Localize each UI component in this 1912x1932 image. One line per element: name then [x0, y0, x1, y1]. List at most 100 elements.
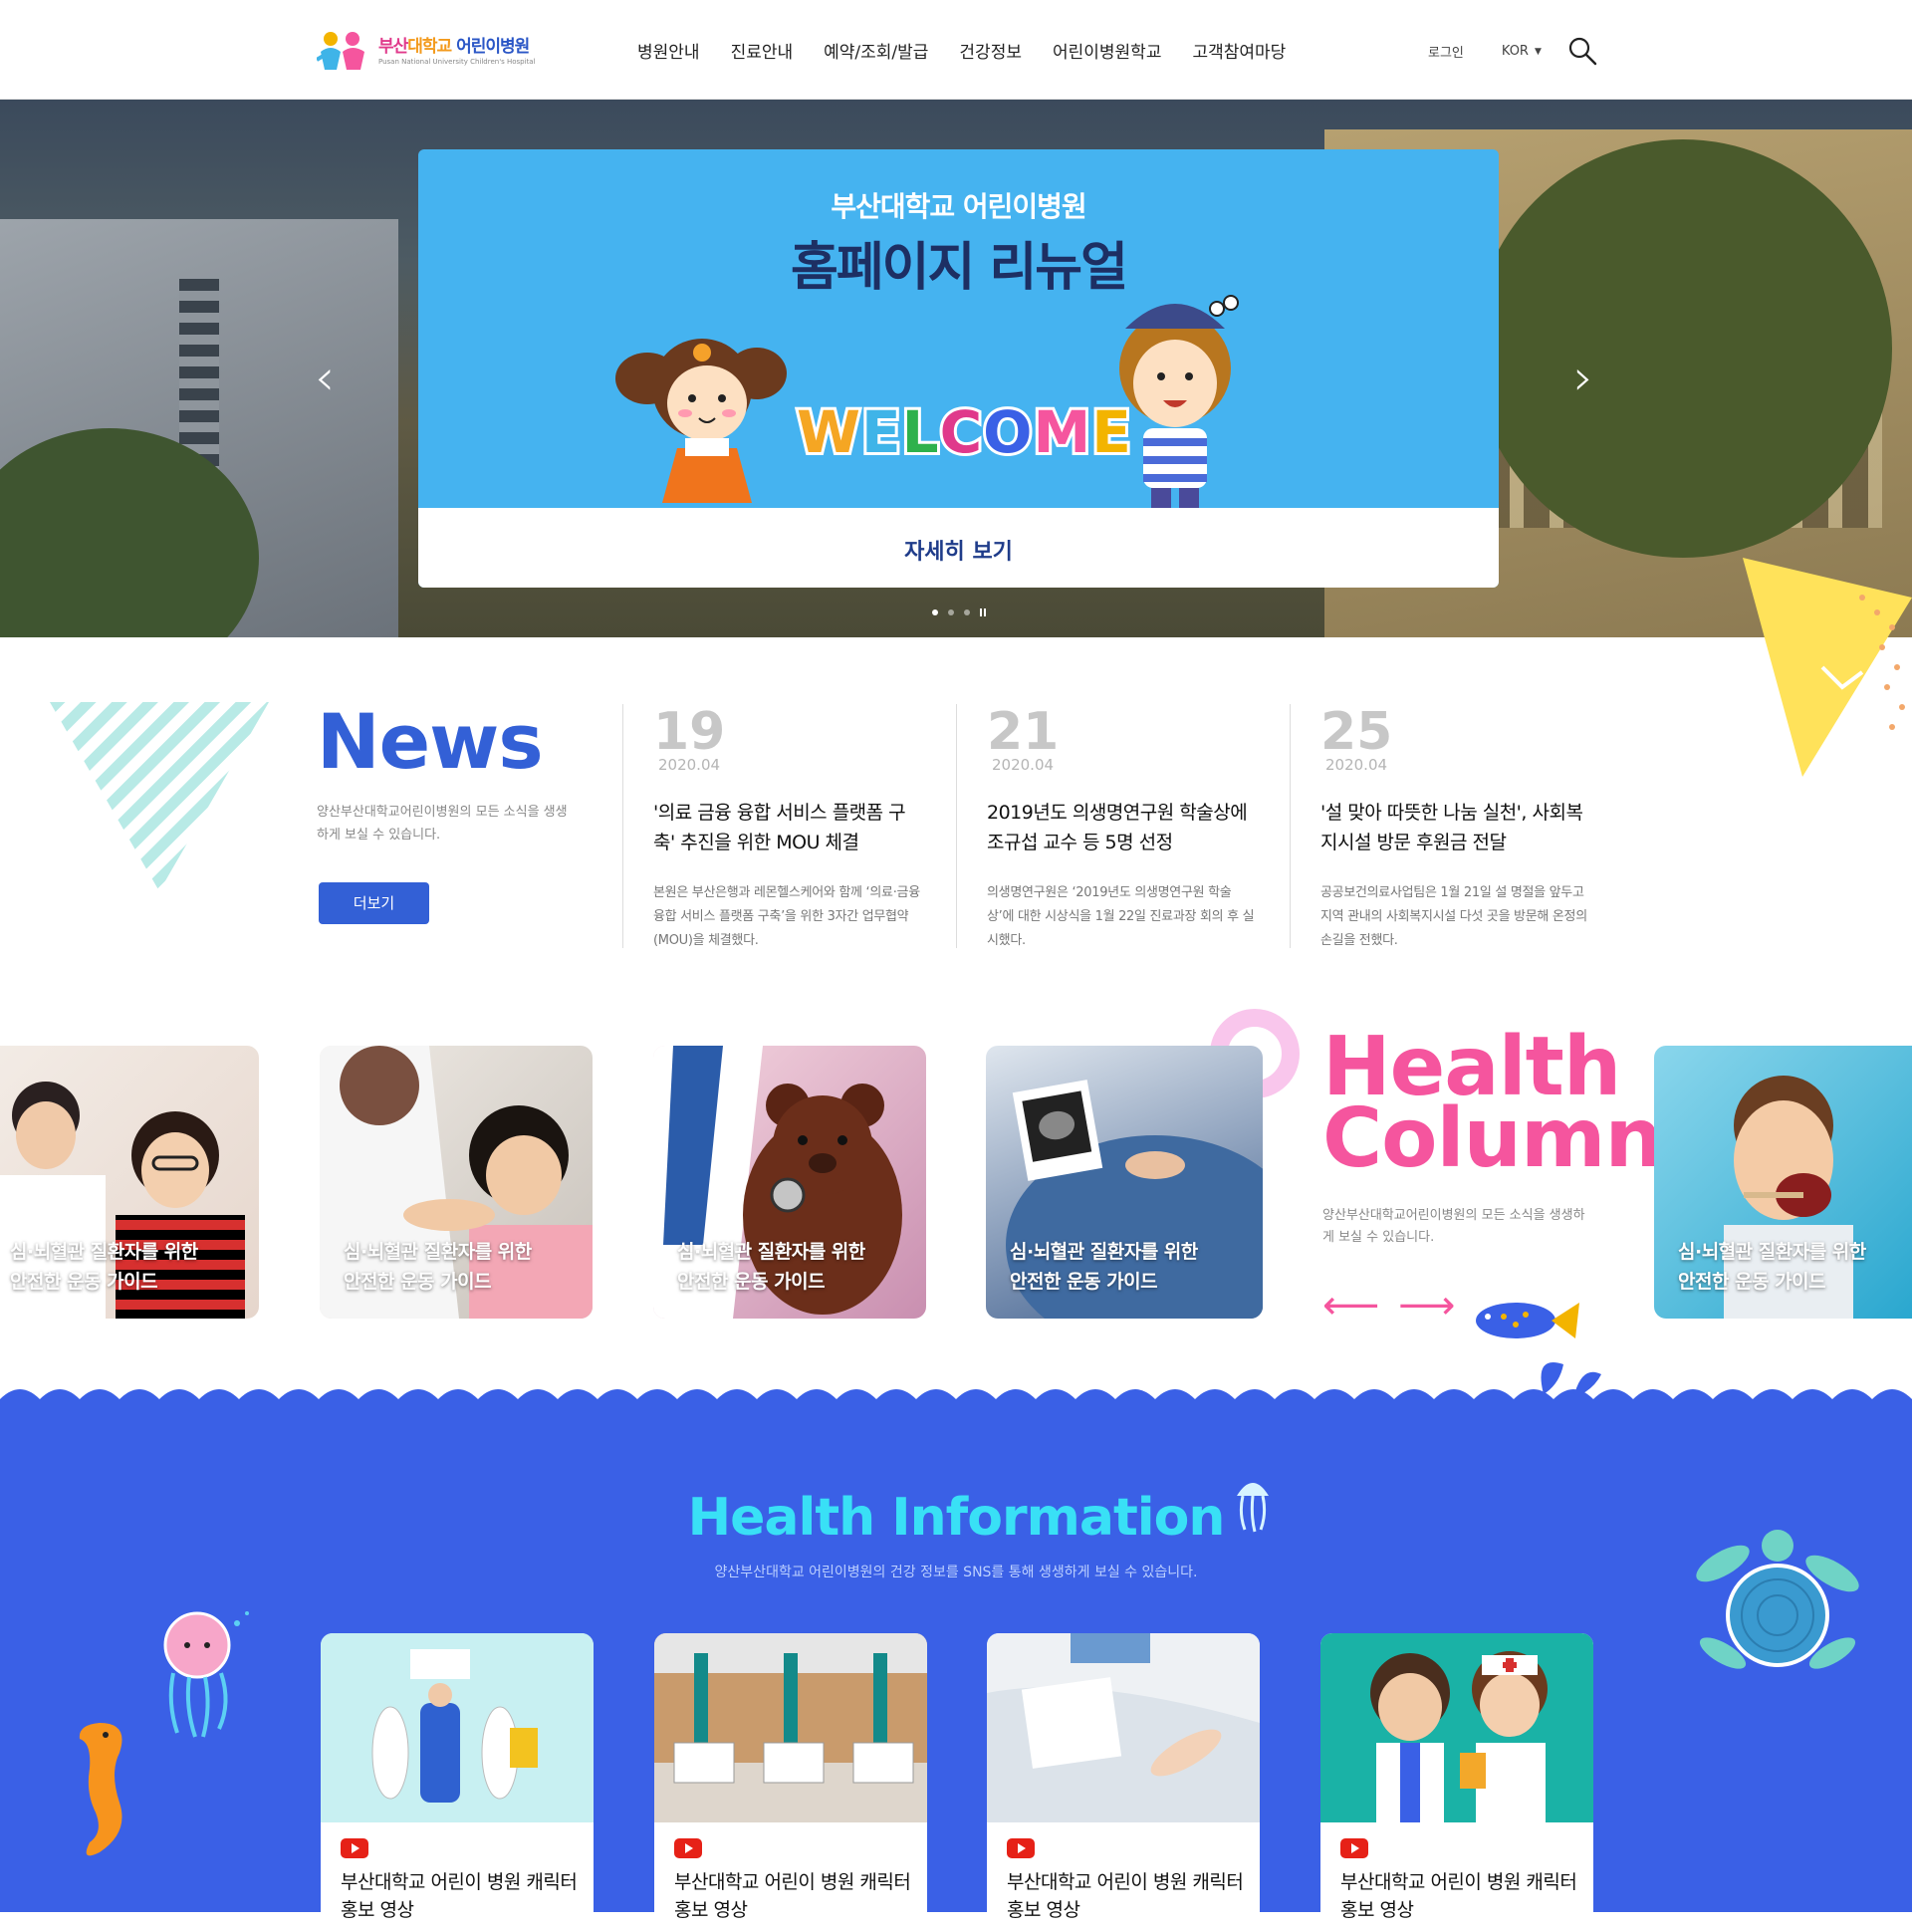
hero-slider: 부산대학교 어린이병원 홈페이지 리뉴얼 WELCOME 자세히 보기 ‹ ›	[0, 100, 1912, 637]
slider-dot[interactable]	[932, 609, 938, 615]
nav-item-health-info[interactable]: 건강정보	[959, 38, 1022, 63]
language-select[interactable]: KOR	[1502, 44, 1529, 59]
column-card-caption: 심·뇌혈관 질환자를 위한 안전한 운동 가이드	[677, 1237, 865, 1297]
news-item[interactable]: 21 2020.04 2019년도 의생명연구원 학술상에 조규섭 교수 등 5…	[956, 704, 1255, 948]
column-card[interactable]: 심·뇌혈관 질환자를 위한 안전한 운동 가이드	[0, 1046, 259, 1319]
column-card[interactable]: 심·뇌혈관 질환자를 위한 안전한 운동 가이드	[320, 1046, 593, 1319]
nav-item-customer[interactable]: 고객참여마당	[1192, 38, 1286, 63]
video-card[interactable]: 부산대학교 어린이 병원 캐릭터 홍보 영상	[987, 1633, 1260, 1932]
news-section-title: News	[317, 697, 544, 786]
youtube-icon	[674, 1838, 702, 1858]
youtube-icon	[341, 1838, 368, 1858]
arrow-right-icon[interactable]: ⟶	[1398, 1286, 1455, 1326]
video-card-thumbnail	[321, 1633, 594, 1822]
welcome-letter: M	[1030, 395, 1093, 469]
column-card-caption: 심·뇌혈관 질환자를 위한 안전한 운동 가이드	[10, 1237, 198, 1297]
header-utilities: 로그인 KOR ▼	[1428, 42, 1542, 61]
site-header: 부산대학교 어린이병원 Pusan National University Ch…	[0, 0, 1912, 100]
main-nav: 병원안내 진료안내 예약/조회/발급 건강정보 어린이병원학교 고객참여마당	[637, 38, 1316, 63]
welcome-text: WELCOME	[794, 395, 1134, 469]
column-card[interactable]: 심·뇌혈관 질환자를 위한 안전한 운동 가이드	[1654, 1046, 1912, 1319]
news-item-summary: 공공보건의료사업팀은 1월 21일 설 명절을 앞두고 지역 관내의 사회복지시…	[1320, 885, 1587, 948]
column-card-caption: 심·뇌혈관 질환자를 위한 안전한 운동 가이드	[344, 1237, 532, 1297]
youtube-icon	[1340, 1838, 1368, 1858]
column-card-caption-line: 심·뇌혈관 질환자를 위한	[344, 1241, 532, 1263]
column-card[interactable]: 심·뇌혈관 질환자를 위한 안전한 운동 가이드	[986, 1046, 1263, 1319]
video-card-thumbnail	[987, 1633, 1260, 1822]
health-info-title: Health Information	[687, 1488, 1226, 1548]
login-link[interactable]: 로그인	[1428, 42, 1464, 61]
welcome-letter: E	[1088, 395, 1134, 469]
pink-jellyfish-illustration	[163, 1611, 249, 1738]
banner-more-link[interactable]: 자세히 보기	[418, 534, 1499, 566]
news-day: 19	[653, 702, 726, 762]
sea-turtle-illustration	[1696, 1530, 1859, 1669]
news-date: 2020.04	[1325, 756, 1388, 774]
hero-banner[interactable]: 부산대학교 어린이병원 홈페이지 리뉴얼 WELCOME 자세히 보기	[418, 149, 1499, 588]
arrow-left-icon[interactable]: ⟵	[1322, 1286, 1379, 1326]
column-card-caption: 심·뇌혈관 질환자를 위한 안전한 운동 가이드	[1010, 1237, 1198, 1297]
column-card-caption-line: 안전한 운동 가이드	[677, 1271, 826, 1293]
pause-icon[interactable]	[980, 608, 986, 616]
column-card-caption: 심·뇌혈관 질환자를 위한 안전한 운동 가이드	[1678, 1237, 1866, 1297]
banner-title: 홈페이지 리뉴얼	[791, 238, 1128, 298]
banner-subtitle: 부산대학교 어린이병원	[831, 190, 1086, 223]
news-item[interactable]: 19 2020.04 '의료 금융 융합 서비스 플랫폼 구축' 추진을 위한 …	[622, 704, 921, 948]
video-card-title: 부산대학교 어린이 병원 캐릭터 홍보 영상	[341, 1871, 578, 1921]
news-item-title: '설 맞아 따뜻한 나눔 실천', 사회복지시설 방문 후원금 전달	[1320, 802, 1583, 853]
column-card-caption-line: 심·뇌혈관 질환자를 위한	[1010, 1241, 1198, 1263]
youtube-icon	[1007, 1838, 1035, 1858]
column-card-caption-line: 심·뇌혈관 질환자를 위한	[10, 1241, 198, 1263]
column-card-caption-line: 심·뇌혈관 질환자를 위한	[1678, 1241, 1866, 1263]
column-card-caption-line: 안전한 운동 가이드	[10, 1271, 158, 1293]
health-column-title: Health Column	[1322, 1027, 1663, 1186]
health-info-description: 양산부산대학교 어린이병원의 건강 정보를 SNS를 통해 생생하게 보실 수 …	[714, 1565, 1198, 1580]
video-card[interactable]: 부산대학교 어린이 병원 캐릭터 홍보 영상	[321, 1633, 594, 1932]
column-card-caption-line: 안전한 운동 가이드	[344, 1271, 492, 1293]
column-card[interactable]: 심·뇌혈관 질환자를 위한 안전한 운동 가이드	[653, 1046, 926, 1319]
slider-dot[interactable]	[964, 609, 970, 615]
hospital-logo[interactable]: 부산대학교 어린이병원 Pusan National University Ch…	[317, 30, 556, 72]
welcome-letter: W	[794, 395, 863, 469]
chevron-right-icon[interactable]: ›	[1573, 349, 1593, 406]
nav-item-hospital-info[interactable]: 병원안내	[637, 38, 700, 63]
video-card[interactable]: 부산대학교 어린이 병원 캐릭터 홍보 영상	[1320, 1633, 1593, 1932]
news-date: 2020.04	[658, 756, 721, 774]
slider-dot[interactable]	[948, 609, 954, 615]
logo-title: 부산대학교 어린이병원	[378, 37, 530, 57]
video-card-title: 부산대학교 어린이 병원 캐릭터 홍보 영상	[674, 1871, 911, 1921]
column-card-caption-line: 심·뇌혈관 질환자를 위한	[677, 1241, 865, 1263]
news-item-summary: 의생명연구원은 ‘2019년도 의생명연구원 학술상’에 대한 시상식을 1월 …	[987, 885, 1255, 948]
health-column-title-line: Column	[1322, 1091, 1663, 1186]
news-more-button[interactable]: 더보기	[319, 882, 429, 924]
search-icon[interactable]	[1567, 36, 1597, 66]
news-date: 2020.04	[992, 756, 1055, 774]
logo-mark-icon	[317, 32, 364, 70]
welcome-letter: L	[899, 395, 942, 469]
welcome-letter: O	[980, 395, 1035, 469]
news-section-description: 양산부산대학교어린이병원의 모든 소식을 생생하게 보실 수 있습니다.	[317, 805, 568, 843]
nav-item-reservation[interactable]: 예약/조회/발급	[824, 38, 928, 63]
news-item-title: '의료 금융 융합 서비스 플랫폼 구축' 추진을 위한 MOU 체결	[653, 802, 906, 853]
nav-item-hospital-school[interactable]: 어린이병원학교	[1053, 38, 1161, 63]
column-card-caption-line: 안전한 운동 가이드	[1010, 1271, 1158, 1293]
video-card-thumbnail	[654, 1633, 927, 1822]
girl-character-illustration	[615, 339, 787, 528]
chevron-left-icon[interactable]: ‹	[315, 349, 335, 406]
welcome-letter: E	[858, 395, 904, 469]
slider-pagination	[932, 608, 986, 616]
news-day: 21	[987, 702, 1060, 762]
video-card[interactable]: 부산대학교 어린이 병원 캐릭터 홍보 영상	[654, 1633, 927, 1932]
video-card-thumbnail	[1320, 1633, 1593, 1822]
nav-item-treatment-info[interactable]: 진료안내	[731, 38, 794, 63]
news-day: 25	[1320, 702, 1393, 762]
caret-down-icon[interactable]: ▼	[1535, 47, 1542, 57]
news-item-title: 2019년도 의생명연구원 학술상에 조규섭 교수 등 5명 선정	[987, 802, 1248, 853]
decorative-triangle	[1743, 558, 1912, 777]
logo-subtitle: Pusan National University Children's Hos…	[378, 58, 536, 66]
health-info-section	[0, 1409, 1912, 1912]
welcome-letter: C	[937, 395, 986, 469]
video-card-title: 부산대학교 어린이 병원 캐릭터 홍보 영상	[1340, 1871, 1577, 1921]
column-card-caption-line: 안전한 운동 가이드	[1678, 1271, 1826, 1293]
news-item[interactable]: 25 2020.04 '설 맞아 따뜻한 나눔 실천', 사회복지시설 방문 후…	[1290, 704, 1588, 948]
